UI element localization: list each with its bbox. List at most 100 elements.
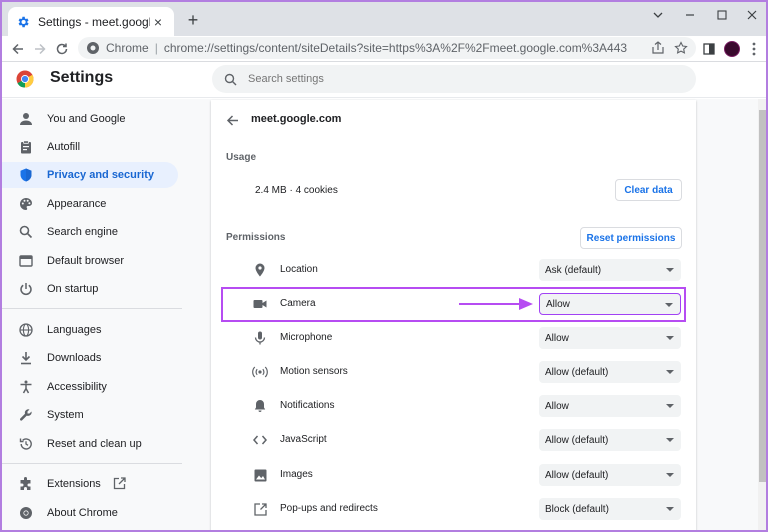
url-separator: | (154, 41, 158, 55)
sidebar-item-about-chrome[interactable]: About Chrome (2, 500, 178, 526)
select-value: Allow (default) (545, 469, 609, 481)
select-value: Allow (default) (545, 434, 609, 446)
clear-data-button[interactable]: Clear data (615, 179, 682, 201)
sidebar-divider (2, 308, 182, 309)
permission-row-location: Location Ask (default) (252, 259, 682, 281)
browser-toolbar: Chrome | chrome://settings/content/siteD… (2, 36, 766, 62)
sidebar-item-label: You and Google (47, 113, 126, 125)
microphone-icon (252, 330, 268, 346)
sidebar-item-label: On startup (47, 283, 99, 295)
permissions-heading: Permissions (226, 232, 286, 243)
sidebar-item-label: Downloads (47, 352, 102, 364)
sidebar-item-languages[interactable]: Languages (2, 317, 178, 343)
sidebar-item-system[interactable]: System (2, 402, 178, 428)
search-box[interactable] (212, 65, 696, 93)
microphone-permission-select[interactable]: Allow (539, 327, 681, 349)
globe-icon (18, 322, 34, 338)
chevron-down-icon[interactable] (642, 4, 674, 26)
search-icon (224, 72, 238, 86)
caret-down-icon (666, 336, 674, 340)
sidebar-item-label: Accessibility (47, 381, 107, 393)
gear-icon (16, 15, 30, 29)
permission-row-javascript: JavaScript Allow (default) (252, 429, 682, 451)
palette-icon (18, 196, 34, 212)
sidebar-item-reset-and-clean-up[interactable]: Reset and clean up (2, 431, 178, 457)
shield-icon (18, 167, 34, 183)
reset-permissions-button[interactable]: Reset permissions (580, 227, 682, 249)
sidebar-item-downloads[interactable]: Downloads (2, 345, 178, 371)
permission-label: Camera (280, 298, 316, 309)
side-panel-icon[interactable] (699, 39, 719, 59)
caret-down-icon (666, 268, 674, 272)
sidebar-item-label: Languages (47, 324, 102, 336)
permission-row-popups-and-redirects: Pop-ups and redirects Block (default) (252, 498, 682, 520)
select-value: Block (default) (545, 503, 609, 515)
close-window-button[interactable] (736, 4, 766, 26)
tab-settings[interactable]: Settings - meet.google.com × (8, 7, 174, 36)
sidebar-item-accessibility[interactable]: Accessibility (2, 374, 178, 400)
share-icon[interactable] (650, 40, 666, 56)
sidebar-item-appearance[interactable]: Appearance (2, 191, 178, 217)
tab-title: Settings - meet.google.com (38, 14, 150, 29)
caret-down-icon (666, 404, 674, 408)
camera-permission-select[interactable]: Allow (539, 293, 681, 315)
camera-icon (252, 296, 268, 312)
power-icon (18, 281, 34, 297)
accessibility-icon (18, 379, 34, 395)
page-title: Settings (50, 69, 114, 86)
forward-button[interactable] (28, 37, 52, 61)
search-icon (18, 224, 34, 240)
back-arrow-icon[interactable] (224, 112, 240, 128)
wrench-icon (18, 407, 34, 423)
caret-down-icon (666, 438, 674, 442)
javascript-permission-select[interactable]: Allow (default) (539, 429, 681, 451)
external-link-icon (113, 477, 127, 491)
notifications-permission-select[interactable]: Allow (539, 395, 681, 417)
scrollbar-thumb[interactable] (759, 110, 766, 482)
select-value: Allow (545, 332, 569, 344)
search-input[interactable] (248, 73, 648, 85)
sidebar-item-label: Default browser (47, 255, 125, 267)
motion-sensors-permission-select[interactable]: Allow (default) (539, 361, 681, 383)
site-title: meet.google.com (251, 113, 342, 125)
popups-permission-select[interactable]: Block (default) (539, 498, 681, 520)
browser-icon (18, 253, 34, 269)
avatar[interactable] (722, 39, 742, 59)
puzzle-icon (18, 476, 34, 492)
sidebar-item-you-and-google[interactable]: You and Google (2, 106, 178, 132)
permission-label: Microphone (280, 332, 333, 343)
usage-value: 2.4 MB · 4 cookies (255, 185, 338, 196)
person-icon (18, 111, 34, 127)
back-button[interactable] (6, 37, 30, 61)
caret-down-icon (665, 303, 673, 307)
more-menu-icon[interactable] (744, 39, 764, 59)
sidebar-item-default-browser[interactable]: Default browser (2, 248, 178, 274)
minimize-button[interactable] (674, 4, 706, 26)
tab-strip: Settings - meet.google.com × + (2, 2, 766, 36)
browser-window: Settings - meet.google.com × + (0, 0, 768, 532)
images-permission-select[interactable]: Allow (default) (539, 464, 681, 486)
star-icon[interactable] (673, 40, 689, 56)
sidebar-item-privacy-and-security[interactable]: Privacy and security (2, 162, 178, 188)
select-value: Ask (default) (545, 264, 602, 276)
chrome-icon (86, 41, 100, 55)
sidebar-item-search-engine[interactable]: Search engine (2, 219, 178, 245)
close-icon[interactable]: × (150, 14, 166, 30)
permission-row-notifications: Notifications Allow (252, 395, 682, 417)
permission-label: Pop-ups and redirects (280, 503, 378, 514)
maximize-button[interactable] (706, 4, 738, 26)
site-label: Chrome (106, 41, 149, 55)
reload-button[interactable] (50, 37, 74, 61)
address-bar[interactable]: Chrome | chrome://settings/content/siteD… (78, 37, 696, 59)
location-permission-select[interactable]: Ask (default) (539, 259, 681, 281)
sidebar-item-autofill[interactable]: Autofill (2, 134, 178, 160)
permission-row-camera: Camera Allow (252, 293, 682, 315)
clipboard-icon (18, 139, 34, 155)
permission-label: JavaScript (280, 434, 327, 445)
new-tab-button[interactable]: + (182, 10, 204, 32)
code-icon (252, 432, 268, 448)
sidebar-item-label: Extensions (47, 478, 101, 490)
sidebar-item-on-startup[interactable]: On startup (2, 276, 178, 302)
sidebar-item-extensions[interactable]: Extensions (2, 471, 178, 497)
settings-header: Settings (2, 62, 766, 98)
